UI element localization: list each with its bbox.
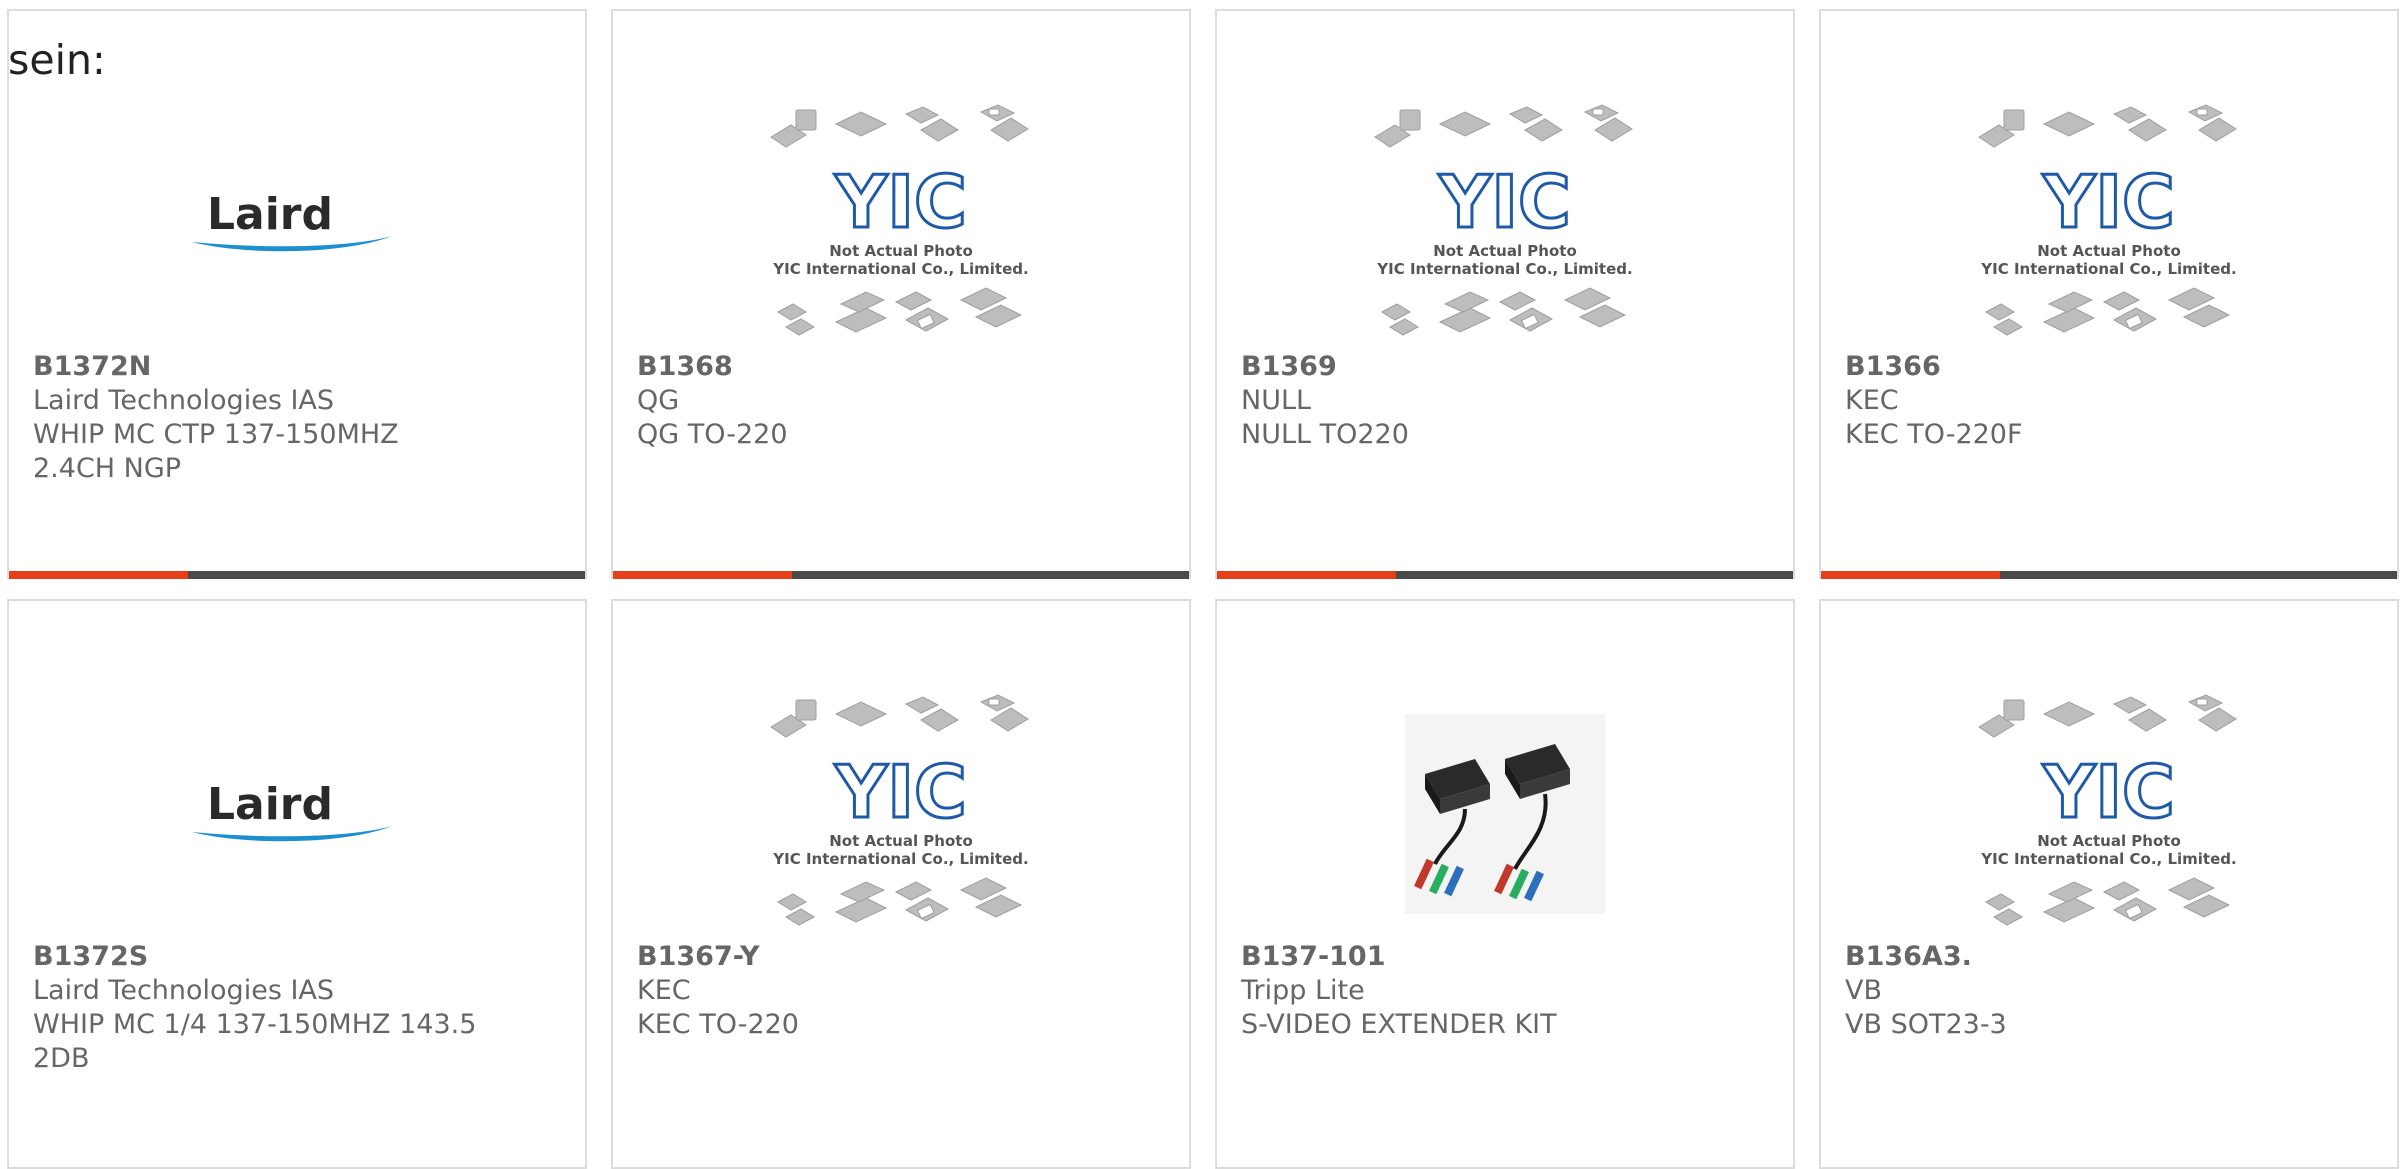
manufacturer-name: VB xyxy=(1845,975,1882,1006)
not-actual-photo-label: Not Actual Photo xyxy=(1433,242,1577,260)
part-number[interactable]: B1366 xyxy=(1845,350,2377,384)
part-number[interactable]: B137-101 xyxy=(1241,940,1773,974)
manufacturer-name: Laird Technologies IAS xyxy=(33,385,335,416)
product-photo[interactable]: Laird xyxy=(9,689,585,939)
product-photo[interactable]: YIC Not Actual Photo YIC International C… xyxy=(1821,689,2397,939)
product-photo[interactable]: YIC Not Actual Photo YIC International C… xyxy=(1821,99,2397,349)
product-photo[interactable]: YIC Not Actual Photo YIC International C… xyxy=(613,689,1189,939)
card-progress-track xyxy=(791,571,1189,579)
product-info: B1372N Laird Technologies IAS WHIP MC CTP … xyxy=(33,350,565,486)
laird-logo-text: Laird xyxy=(207,189,333,240)
yic-logo: YIC xyxy=(1438,160,1571,244)
manufacturer-name: QG xyxy=(637,385,680,416)
company-label: YIC International Co., Limited. xyxy=(1980,260,2236,278)
manufacturer-name: KEC xyxy=(1845,385,1899,416)
product-info: B137-101 Tripp Lite S-VIDEO EXTENDER KIT xyxy=(1241,940,1773,1042)
company-label: YIC International Co., Limited. xyxy=(772,850,1028,868)
yic-logo: YIC xyxy=(2042,160,2175,244)
manufacturer-name: Laird Technologies IAS xyxy=(33,975,335,1006)
intro-text: sein: xyxy=(8,36,106,84)
part-number[interactable]: B1372S xyxy=(33,940,565,974)
product-info: B1368 QG QG TO-220 xyxy=(637,350,1169,452)
manufacturer-name: NULL xyxy=(1241,385,1312,416)
product-description: WHIP MC CTP 137-150MHZ xyxy=(33,419,399,450)
card-progress-bar xyxy=(1821,571,2397,579)
product-card[interactable]: YIC Not Actual Photo YIC International C… xyxy=(611,9,1191,579)
part-number[interactable]: B1367-Y xyxy=(637,940,1169,974)
card-progress-track xyxy=(1395,571,1793,579)
product-info: B1366 KEC KEC TO-220F xyxy=(1845,350,2377,452)
part-number[interactable]: B1368 xyxy=(637,350,1169,384)
yic-placeholder-image: YIC Not Actual Photo YIC International C… xyxy=(770,693,1029,926)
product-photo[interactable]: Laird xyxy=(9,99,585,349)
product-card[interactable]: Laird B1372S Laird Technologies IAS WHIP M… xyxy=(7,599,587,1169)
product-info: B1369 NULL NULL TO220 xyxy=(1241,350,1773,452)
yic-placeholder-image: YIC Not Actual Photo YIC International C… xyxy=(770,103,1029,336)
card-progress-fill xyxy=(9,571,188,579)
laird-logo-image: Laird xyxy=(192,779,392,842)
card-progress-track xyxy=(187,571,585,579)
product-info: B1367-Y KEC KEC TO-220 xyxy=(637,940,1169,1042)
part-number[interactable]: B1369 xyxy=(1241,350,1773,384)
laird-logo-image: Laird xyxy=(192,189,392,252)
product-description: KEC TO-220F xyxy=(1845,419,2023,450)
manufacturer-name: KEC xyxy=(637,975,691,1006)
product-description-continued: 2.4CH NGP xyxy=(33,453,182,484)
company-label: YIC International Co., Limited. xyxy=(1376,260,1632,278)
product-grid: Laird B1372N Laird Technologies IAS WHIP M… xyxy=(7,9,2399,1169)
not-actual-photo-label: Not Actual Photo xyxy=(2037,242,2181,260)
yic-logo: YIC xyxy=(2042,750,2175,834)
product-info: B1372S Laird Technologies IAS WHIP MC 1/4 … xyxy=(33,940,565,1076)
product-photo[interactable]: YIC Not Actual Photo YIC International C… xyxy=(613,99,1189,349)
product-photo[interactable] xyxy=(1217,689,1793,939)
yic-placeholder-image: YIC Not Actual Photo YIC International C… xyxy=(1374,103,1633,336)
company-label: YIC International Co., Limited. xyxy=(1980,850,2236,868)
product-card[interactable]: YIC Not Actual Photo YIC International C… xyxy=(1819,599,2399,1169)
product-photo[interactable]: YIC Not Actual Photo YIC International C… xyxy=(1217,99,1793,349)
product-description: WHIP MC 1/4 137-150MHZ 143.5 xyxy=(33,1009,477,1040)
product-description: KEC TO-220 xyxy=(637,1009,799,1040)
video-extender-image xyxy=(1405,714,1605,914)
card-progress-bar xyxy=(613,571,1189,579)
card-progress-fill xyxy=(1217,571,1396,579)
not-actual-photo-label: Not Actual Photo xyxy=(829,832,973,850)
product-description-continued: 2DB xyxy=(33,1043,90,1074)
card-progress-fill xyxy=(613,571,792,579)
not-actual-photo-label: Not Actual Photo xyxy=(2037,832,2181,850)
product-description: VB SOT23-3 xyxy=(1845,1009,2007,1040)
product-description: NULL TO220 xyxy=(1241,419,1409,450)
product-card[interactable]: Laird B1372N Laird Technologies IAS WHIP M… xyxy=(7,9,587,579)
laird-logo-text: Laird xyxy=(207,779,333,830)
product-description: QG TO-220 xyxy=(637,419,788,450)
part-number[interactable]: B1372N xyxy=(33,350,565,384)
part-number[interactable]: B136A3. xyxy=(1845,940,2377,974)
product-card[interactable]: B137-101 Tripp Lite S-VIDEO EXTENDER KIT xyxy=(1215,599,1795,1169)
company-label: YIC International Co., Limited. xyxy=(772,260,1028,278)
not-actual-photo-label: Not Actual Photo xyxy=(829,242,973,260)
product-card[interactable]: YIC Not Actual Photo YIC International C… xyxy=(611,599,1191,1169)
card-progress-bar xyxy=(9,571,585,579)
card-progress-track xyxy=(1999,571,2397,579)
card-progress-fill xyxy=(1821,571,2000,579)
card-progress-bar xyxy=(1217,571,1793,579)
manufacturer-name: Tripp Lite xyxy=(1241,975,1365,1006)
product-info: B136A3. VB VB SOT23-3 xyxy=(1845,940,2377,1042)
yic-placeholder-image: YIC Not Actual Photo YIC International C… xyxy=(1978,103,2237,336)
yic-logo: YIC xyxy=(834,160,967,244)
product-card[interactable]: YIC Not Actual Photo YIC International C… xyxy=(1819,9,2399,579)
yic-placeholder-image: YIC Not Actual Photo YIC International C… xyxy=(1978,693,2237,926)
product-description: S-VIDEO EXTENDER KIT xyxy=(1241,1009,1557,1040)
yic-logo: YIC xyxy=(834,750,967,834)
product-card[interactable]: YIC Not Actual Photo YIC International C… xyxy=(1215,9,1795,579)
